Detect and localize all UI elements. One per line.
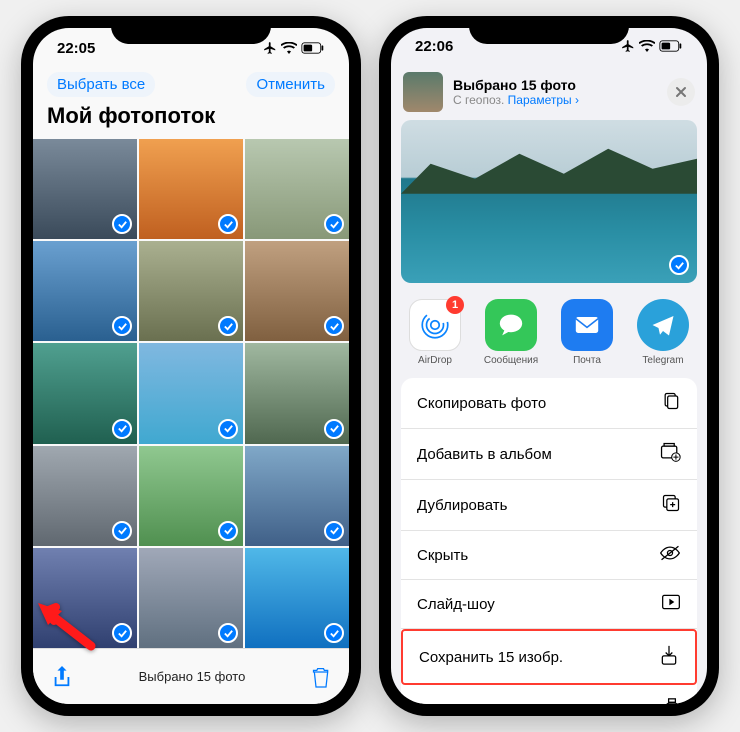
share-params-link[interactable]: Параметры bbox=[508, 93, 572, 107]
share-icon bbox=[51, 664, 73, 690]
action-copy-photo[interactable]: Скопировать фото bbox=[401, 378, 697, 429]
photo-thumb[interactable] bbox=[33, 241, 137, 341]
share-preview[interactable] bbox=[401, 120, 697, 283]
wifi-icon bbox=[639, 40, 655, 52]
telegram-icon bbox=[648, 310, 678, 340]
share-apps-row: 1 AirDrop Сообщения Почта Telegram bbox=[391, 293, 707, 378]
app-label: Сообщения bbox=[484, 355, 538, 366]
app-mail[interactable]: Почта bbox=[557, 299, 617, 366]
checkmark-icon bbox=[112, 623, 132, 643]
phone-right: 22:06 Выбрано 15 фото С геопоз. Параметр… bbox=[379, 16, 719, 716]
status-time: 22:05 bbox=[57, 40, 95, 57]
mail-icon bbox=[571, 309, 603, 341]
photo-thumb[interactable] bbox=[139, 343, 243, 443]
trash-button[interactable] bbox=[311, 665, 331, 689]
app-messages[interactable]: Сообщения bbox=[481, 299, 541, 366]
close-icon bbox=[675, 86, 687, 98]
screen-share-sheet: 22:06 Выбрано 15 фото С геопоз. Параметр… bbox=[391, 28, 707, 704]
action-hide[interactable]: Скрыть bbox=[401, 531, 697, 580]
action-create-watchface[interactable]: Создать циферблат bbox=[401, 685, 697, 704]
airdrop-icon bbox=[418, 308, 452, 342]
play-rect-icon bbox=[661, 593, 681, 615]
cancel-button[interactable]: Отменить bbox=[246, 72, 335, 97]
action-label: Скрыть bbox=[417, 547, 468, 564]
notch bbox=[111, 16, 271, 44]
page-title: Мой фотопоток bbox=[33, 103, 349, 139]
photo-thumb[interactable] bbox=[245, 343, 349, 443]
bottom-toolbar: Выбрано 15 фото bbox=[33, 648, 349, 704]
photo-thumb[interactable] bbox=[139, 446, 243, 546]
checkmark-icon bbox=[324, 521, 344, 541]
checkmark-icon bbox=[218, 521, 238, 541]
action-add-to-album[interactable]: Добавить в альбом bbox=[401, 429, 697, 480]
app-label: Почта bbox=[573, 355, 601, 366]
checkmark-icon bbox=[218, 419, 238, 439]
battery-icon bbox=[301, 42, 325, 54]
messages-icon bbox=[495, 309, 527, 341]
action-label: Создать циферблат bbox=[417, 703, 556, 704]
checkmark-icon bbox=[112, 521, 132, 541]
share-header-thumb bbox=[403, 72, 443, 112]
photo-thumb[interactable] bbox=[139, 139, 243, 239]
wifi-icon bbox=[281, 42, 297, 54]
share-header: Выбрано 15 фото С геопоз. Параметры › bbox=[391, 64, 707, 120]
action-label: Слайд-шоу bbox=[417, 596, 495, 613]
phone-left: 22:05 Выбрать все Отменить Мой фотопоток bbox=[21, 16, 361, 716]
action-label: Скопировать фото bbox=[417, 395, 546, 412]
photo-thumb[interactable] bbox=[139, 548, 243, 648]
app-telegram[interactable]: Telegram bbox=[633, 299, 693, 366]
status-icons bbox=[263, 41, 325, 55]
photo-grid bbox=[33, 139, 349, 648]
app-airdrop[interactable]: 1 AirDrop bbox=[405, 299, 465, 366]
share-title: Выбрано 15 фото bbox=[453, 77, 579, 93]
app-label: AirDrop bbox=[418, 355, 452, 366]
app-label: Telegram bbox=[642, 355, 683, 366]
action-label: Сохранить 15 изобр. bbox=[419, 649, 563, 666]
photo-thumb[interactable] bbox=[245, 446, 349, 546]
photo-thumb[interactable] bbox=[139, 241, 243, 341]
nav-bar: Выбрать все Отменить bbox=[33, 68, 349, 103]
close-button[interactable] bbox=[667, 78, 695, 106]
duplicate-icon bbox=[661, 493, 681, 517]
photo-thumb[interactable] bbox=[33, 139, 137, 239]
download-icon bbox=[659, 644, 679, 670]
photo-thumb[interactable] bbox=[245, 241, 349, 341]
checkmark-icon bbox=[324, 623, 344, 643]
checkmark-icon bbox=[324, 419, 344, 439]
eye-slash-icon bbox=[659, 544, 681, 566]
notch bbox=[469, 16, 629, 44]
badge: 1 bbox=[446, 296, 464, 314]
action-label: Дублировать bbox=[417, 497, 507, 514]
copy-icon bbox=[661, 391, 681, 415]
callout-arrow bbox=[36, 601, 96, 656]
photo-thumb[interactable] bbox=[33, 446, 137, 546]
photo-thumb[interactable] bbox=[245, 139, 349, 239]
action-slideshow[interactable]: Слайд-шоу bbox=[401, 580, 697, 629]
status-time: 22:06 bbox=[415, 38, 453, 55]
action-label: Добавить в альбом bbox=[417, 446, 552, 463]
action-duplicate[interactable]: Дублировать bbox=[401, 480, 697, 531]
checkmark-icon bbox=[112, 419, 132, 439]
airplane-icon bbox=[263, 41, 277, 55]
select-all-button[interactable]: Выбрать все bbox=[47, 72, 155, 97]
share-button[interactable] bbox=[51, 664, 73, 690]
airplane-icon bbox=[621, 39, 635, 53]
checkmark-icon bbox=[218, 623, 238, 643]
album-add-icon bbox=[659, 442, 681, 466]
status-icons bbox=[621, 39, 683, 53]
battery-icon bbox=[659, 40, 683, 52]
photo-thumb[interactable] bbox=[245, 548, 349, 648]
selection-status: Выбрано 15 фото bbox=[139, 669, 246, 684]
trash-icon bbox=[311, 665, 331, 689]
action-save-images[interactable]: Сохранить 15 изобр. bbox=[401, 629, 697, 685]
photo-thumb[interactable] bbox=[33, 343, 137, 443]
share-actions-list: Скопировать фото Добавить в альбом Дубли… bbox=[401, 378, 697, 704]
share-subtitle: С геопоз. Параметры › bbox=[453, 93, 579, 107]
watch-icon bbox=[663, 698, 681, 704]
